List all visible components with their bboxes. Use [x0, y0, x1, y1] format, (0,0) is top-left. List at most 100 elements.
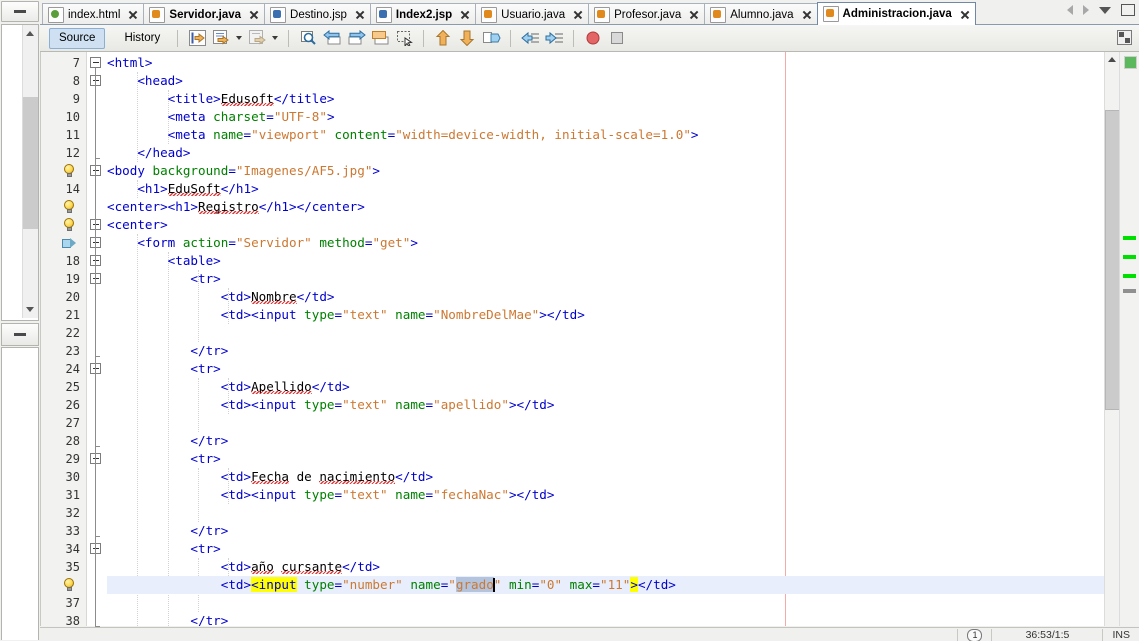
code-line[interactable]: <tr> [107, 540, 220, 558]
close-icon[interactable] [959, 9, 970, 20]
toggle-breakpoint-icon[interactable] [582, 28, 604, 48]
gutter-row[interactable] [41, 198, 86, 216]
left-dock-scrollbar[interactable] [22, 25, 38, 318]
gutter-row[interactable]: 11 [41, 126, 86, 144]
code-line[interactable]: </tr> [107, 432, 228, 450]
scroll-down-icon[interactable] [26, 307, 34, 312]
tab-list-dropdown-icon[interactable] [1099, 6, 1111, 14]
gutter-row[interactable]: 7 [41, 54, 86, 72]
code-line[interactable]: <td><input type="text" name="NombreDelMa… [107, 306, 585, 324]
gutter-row[interactable]: 18 [41, 252, 86, 270]
tab-profesor-java[interactable]: Profesor.java [588, 3, 706, 25]
gutter-row[interactable]: 31 [41, 486, 86, 504]
gutter-row[interactable]: 8 [41, 72, 86, 90]
code-line[interactable]: </tr> [107, 522, 228, 540]
tab-administracion-java[interactable]: Administracion.java [816, 2, 976, 25]
code-line[interactable]: <form action="Servidor" method="get"> [107, 234, 418, 252]
code-line[interactable]: <h1>EduSoft</h1> [107, 180, 258, 198]
notification-count-cell[interactable]: 1 [957, 628, 991, 641]
code-line[interactable]: <center> [107, 216, 168, 234]
code-line[interactable]: <center><h1>Registro</h1></center> [107, 198, 365, 216]
last-edit-icon[interactable] [186, 28, 208, 48]
gutter-row[interactable]: 32 [41, 504, 86, 522]
tab-source[interactable]: Source [49, 27, 106, 49]
close-icon[interactable] [572, 9, 583, 20]
annotation-mark[interactable] [1123, 255, 1136, 259]
scroll-up-icon[interactable] [1108, 57, 1116, 62]
code-line[interactable]: <td><input type="text" name="apellido"><… [107, 396, 555, 414]
annotation-mark[interactable] [1123, 274, 1136, 278]
gutter-row[interactable] [41, 234, 86, 252]
tab-servidor-java[interactable]: Servidor.java [143, 3, 266, 25]
error-annotation-strip[interactable] [1119, 52, 1139, 626]
previous-bookmark-icon[interactable] [321, 28, 343, 48]
tab-index2-jsp[interactable]: Index2.jsp [369, 3, 477, 25]
close-icon[interactable] [354, 9, 365, 20]
gutter-row[interactable]: 34 [41, 540, 86, 558]
forward-icon[interactable] [246, 28, 268, 48]
gutter-row[interactable]: 22 [41, 324, 86, 342]
close-icon[interactable] [127, 9, 138, 20]
code-line[interactable]: <html> [107, 54, 153, 72]
code-line[interactable]: <meta charset="UTF-8"> [107, 108, 335, 126]
back-icon[interactable] [210, 28, 232, 48]
tab-history[interactable]: History [114, 28, 170, 49]
next-error-icon[interactable] [456, 28, 478, 48]
scrollbar-thumb[interactable] [1105, 110, 1120, 410]
code-line[interactable]: <td>Fecha de nacimiento</td> [107, 468, 433, 486]
line-number-gutter[interactable]: 7 8 9 10 11 12 14 18 19 20 21 22 23 24 25 26 27 28 29 30 31 3… [41, 52, 87, 628]
code-line[interactable]: <title>Edusoft</title> [107, 90, 335, 108]
code-line[interactable]: </tr> [107, 612, 228, 626]
code-line[interactable]: <head> [107, 72, 183, 90]
code-line[interactable]: <tr> [107, 360, 220, 378]
gutter-row[interactable]: 19 [41, 270, 86, 288]
stop-icon[interactable] [606, 28, 628, 48]
gutter-row[interactable]: 20 [41, 288, 86, 306]
gutter-row[interactable]: 27 [41, 414, 86, 432]
code-text-area[interactable]: <html> <head> <title>Edusoft</title> <me… [107, 52, 1139, 626]
code-line[interactable]: <tr> [107, 270, 220, 288]
gutter-row[interactable]: 29 [41, 450, 86, 468]
back-dropdown-icon[interactable] [236, 36, 243, 40]
gutter-row[interactable]: 26 [41, 396, 86, 414]
code-line[interactable]: <td>año cursante</td> [107, 558, 380, 576]
forward-dropdown-icon[interactable] [272, 36, 279, 40]
gutter-row[interactable]: 25 [41, 378, 86, 396]
hint-lightbulb-icon[interactable] [63, 164, 75, 178]
tab-destino-jsp[interactable]: Destino.jsp [264, 3, 371, 25]
next-bookmark-icon[interactable] [345, 28, 367, 48]
close-icon[interactable] [248, 9, 259, 20]
code-line[interactable]: <tr> [107, 450, 220, 468]
code-line[interactable]: <td>Apellido</td> [107, 378, 350, 396]
gutter-row[interactable]: 14 [41, 180, 86, 198]
left-dock-minimize-button-2[interactable] [1, 323, 39, 346]
code-line[interactable]: <table> [107, 252, 221, 270]
scroll-up-icon[interactable] [26, 31, 34, 36]
gutter-row[interactable]: 10 [41, 108, 86, 126]
code-line[interactable]: <td><input type="number" name="grado" mi… [107, 576, 676, 594]
gutter-row[interactable]: 30 [41, 468, 86, 486]
close-icon[interactable] [801, 9, 812, 20]
annotation-arrow-icon[interactable] [62, 238, 77, 249]
gutter-row[interactable]: 23 [41, 342, 86, 360]
maximize-window-icon[interactable] [1121, 4, 1135, 16]
hint-lightbulb-icon[interactable] [63, 200, 75, 214]
shift-right-icon[interactable] [543, 28, 565, 48]
left-dock-minimize-button[interactable] [1, 1, 39, 22]
annotation-mark[interactable] [1123, 289, 1136, 293]
hint-lightbulb-icon[interactable] [63, 218, 75, 232]
gutter-row[interactable]: 37 [41, 594, 86, 612]
gutter-row[interactable]: 12 [41, 144, 86, 162]
previous-error-icon[interactable] [432, 28, 454, 48]
code-line[interactable]: <meta name="viewport" content="width=dev… [107, 126, 699, 144]
gutter-row[interactable]: 35 [41, 558, 86, 576]
gutter-row[interactable]: 33 [41, 522, 86, 540]
tab-alumno-java[interactable]: Alumno.java [704, 3, 818, 25]
shift-left-icon[interactable] [519, 28, 541, 48]
tab-usuario-java[interactable]: Usuario.java [475, 3, 590, 25]
gutter-row[interactable] [41, 576, 86, 594]
toggle-highlight-icon[interactable] [480, 28, 502, 48]
code-line[interactable]: </tr> [107, 342, 228, 360]
annotation-mark[interactable] [1123, 236, 1136, 240]
hint-lightbulb-icon[interactable] [63, 578, 75, 592]
